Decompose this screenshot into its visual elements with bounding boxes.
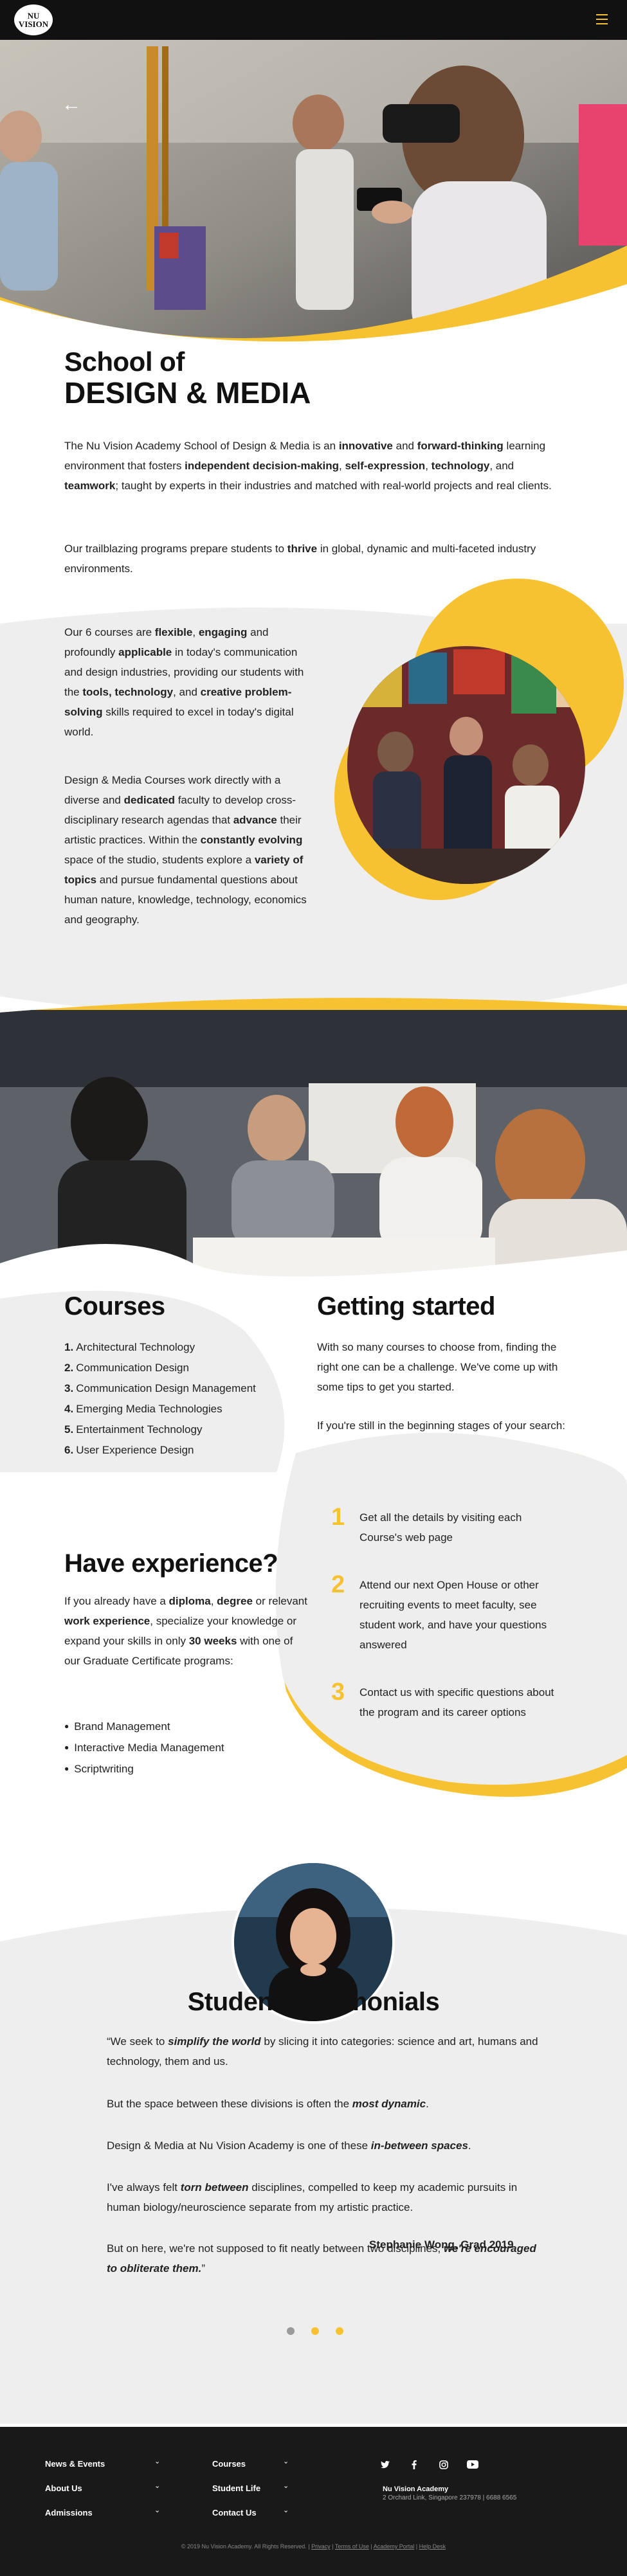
top-navigation-bar: NU VISION [0,0,627,40]
title-line-1: School of [64,347,185,377]
certificate-item[interactable]: Brand Management [64,1716,224,1738]
course-item[interactable]: 2. Communication Design [64,1358,256,1378]
youtube-icon[interactable] [467,2460,478,2471]
nu-vision-logo[interactable]: NU VISION [14,5,53,35]
footer-nav-news-events[interactable]: News & Events [45,2459,105,2469]
course-item[interactable]: 1. Architectural Technology [64,1337,256,1358]
step-text: Attend our next Open House or other recr… [359,1579,547,1651]
course-item[interactable]: 6. User Experience Design [64,1440,256,1461]
site-footer [0,2427,627,2576]
quote-paragraph-4: I've always felt torn between discipline… [107,2181,518,2213]
chevron-down-icon[interactable]: ⌄ [154,2457,160,2465]
step-number: 1 [331,1504,345,1531]
features-paragraph-2: Design & Media Courses work directly wit… [64,774,307,926]
chevron-down-icon[interactable]: ⌄ [283,2481,289,2490]
courses-list: 1. Architectural Technology 2. Communicati… [64,1337,256,1461]
testimonial-author: Stephanie Wong, Grad 2019 [369,2238,514,2251]
graduate-certificates-list: Brand Management Interactive Media Manag… [64,1716,224,1780]
course-item[interactable]: 5. Entertainment Technology [64,1419,256,1440]
footer-legal: © 2019 Nu Vision Academy. All Rights Res… [181,2543,446,2550]
quote-paragraph-1: “We seek to simplify the world by slicin… [107,2035,538,2067]
chevron-down-icon[interactable]: ⌄ [154,2481,160,2490]
step-text: Get all the details by visiting each Cou… [359,1511,522,1544]
facebook-icon[interactable] [412,2460,417,2471]
quote-paragraph-2: But the space between these divisions is… [107,2098,429,2110]
carousel-dot[interactable] [311,2327,319,2335]
carousel-dots [287,2327,343,2335]
step-number: 3 [331,1679,345,1706]
features-paragraph-1: Our 6 courses are flexible, engaging and… [64,626,304,738]
terms-link[interactable]: Terms of Use [335,2543,369,2550]
chevron-down-icon[interactable]: ⌄ [283,2506,289,2514]
courses-title: Courses [64,1292,165,1320]
footer-nav-about-us[interactable]: About Us [45,2483,82,2493]
privacy-link[interactable]: Privacy [311,2543,331,2550]
course-item[interactable]: 3. Communication Design Management [64,1378,256,1399]
footer-nav-admissions[interactable]: Admissions [45,2508,93,2517]
getting-started-intro: With so many courses to choose from, fin… [317,1341,558,1393]
hero-banner: ← [0,40,627,374]
chevron-down-icon[interactable]: ⌄ [283,2457,289,2465]
getting-started-title: Getting started [317,1292,495,1320]
certificate-item[interactable]: Scriptwriting [64,1759,224,1780]
certificate-item[interactable]: Interactive Media Management [64,1738,224,1759]
getting-started-subintro: If you're still in the beginning stages … [317,1419,565,1432]
testimonials-title: Student Testimonials [187,1988,440,2016]
footer-nav-student-life[interactable]: Student Life [212,2483,260,2493]
intro-paragraph-1: The Nu Vision Academy School of Design &… [64,440,552,492]
twitter-icon[interactable] [381,2460,390,2471]
carousel-dot[interactable] [336,2327,343,2335]
course-item[interactable]: 4. Emerging Media Technologies [64,1399,256,1419]
intro-paragraph-2: Our trailblazing programs prepare studen… [64,543,536,575]
instagram-icon[interactable] [439,2460,448,2471]
copyright-text: © 2019 Nu Vision Academy. All Rights Res… [181,2543,307,2550]
carousel-dot[interactable] [287,2327,295,2335]
logo-line-2: VISION [18,19,49,29]
title-line-2: DESIGN & MEDIA [64,376,311,410]
footer-nav-courses[interactable]: Courses [212,2459,246,2469]
chevron-down-icon[interactable]: ⌄ [154,2506,160,2514]
have-experience-paragraph: If you already have a diploma, degree or… [64,1595,307,1667]
step-text: Contact us with specific questions about… [359,1686,554,1718]
step-number: 2 [331,1571,345,1598]
studio-group-photo [334,579,624,900]
footer-nav-contact-us[interactable]: Contact Us [212,2508,257,2517]
academy-portal-link[interactable]: Academy Portal [374,2543,415,2550]
page-title: School of DESIGN & MEDIA [64,347,311,410]
help-desk-link[interactable]: Help Desk [419,2543,446,2550]
students-collaborating-photo [0,998,627,1289]
hero-photo [0,40,627,374]
hamburger-icon[interactable] [596,14,608,24]
quote-paragraph-3: Design & Media at Nu Vision Academy is o… [107,2139,471,2152]
footer-address-title: Nu Vision Academy [383,2485,449,2493]
have-experience-title: Have experience? [64,1549,278,1578]
arrow-left-icon[interactable]: ← [62,95,81,114]
footer-address: 2 Orchard Link, Singapore 237978 | 6688 … [383,2494,517,2501]
